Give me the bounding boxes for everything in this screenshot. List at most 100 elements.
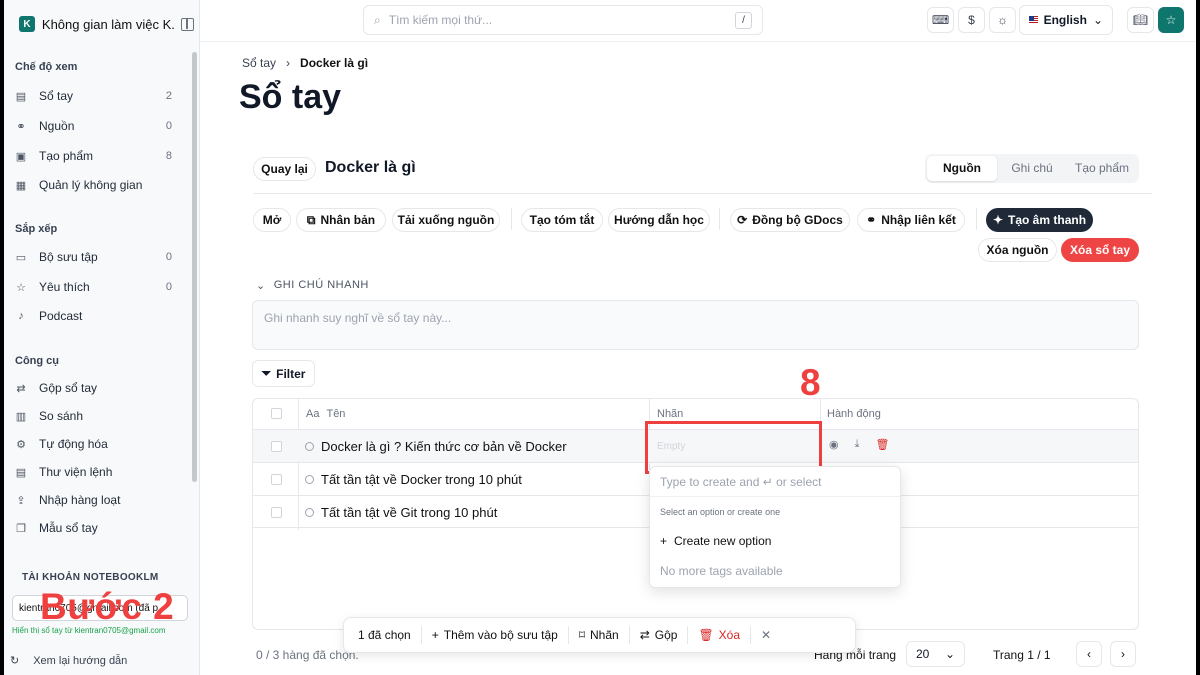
plus-icon: + [660,534,668,548]
view-tabs: Nguồn Ghi chú Tạo phẩm [925,154,1139,183]
section-tools-title: Công cụ [15,355,59,367]
sidebar-item-favorites[interactable]: ☆ Yêu thích 0 [14,276,172,298]
language-select[interactable]: English ⌄ [1019,5,1113,35]
folder-icon: ▭ [15,251,27,264]
row-checkbox[interactable] [271,441,282,452]
duplicate-button[interactable]: ⧉ Nhân bản [296,208,386,232]
add-to-collection-button[interactable]: + Thêm vào bộ sưu tập [422,626,569,644]
sidebar-item-automation[interactable]: ⚙ Tự động hóa [14,433,172,455]
sidebar-item-prompt-library[interactable]: ▤ Thư viện lệnh [14,461,172,483]
close-icon[interactable]: ✕ [751,626,781,644]
back-button[interactable]: Quay lại [253,157,316,181]
breadcrumb-root[interactable]: Sổ tay [242,56,276,70]
chevron-down-icon: ⌄ [1092,13,1103,27]
create-audio-button[interactable]: ✦ Tạo âm thanh [986,208,1093,232]
next-page-button[interactable]: › [1110,641,1136,667]
merge-button[interactable]: ⇄ Gộp [630,626,689,644]
section-view-title: Chế độ xem [15,61,78,73]
delete-notebook-button[interactable]: Xóa sổ tay [1061,238,1139,262]
duplicate-label: Nhân bản [320,213,376,227]
theme-sun-icon[interactable]: ☼ [989,7,1016,33]
create-option-button[interactable]: + Create new option [660,534,771,548]
row-checkbox[interactable] [271,474,282,485]
sidebar-item-sources[interactable]: ⚭ Nguồn 0 [14,115,172,137]
eye-icon[interactable]: ◉ [829,438,839,451]
sidebar-item-count: 0 [165,251,172,263]
download-sources-button[interactable]: Tải xuống nguồn [392,208,500,232]
sidebar-toggle-icon[interactable] [181,17,195,31]
sidebar-item-label: So sánh [39,409,84,423]
row-name-label: Tất tần tật về Docker trong 10 phút [321,472,522,487]
sidebar-item-label: Tạo phẩm [39,149,94,163]
star-icon: ☆ [16,281,26,294]
tab-notes[interactable]: Ghi chú [997,156,1067,181]
tag-button[interactable]: ⌑ Nhãn [569,626,630,644]
book-icon[interactable]: 📖︎ [1127,7,1154,33]
chevron-right-icon: › [1121,647,1125,661]
download-icon[interactable]: ⤓ [855,438,860,451]
quick-note-header[interactable]: ⌄ GHI CHÚ NHANH [256,279,369,292]
rows-per-page-select[interactable]: 20 ⌄ [906,641,965,667]
delete-source-button[interactable]: Xóa nguồn [978,238,1057,262]
row-name[interactable]: Tất tần tật về Git trong 10 phút [305,505,497,520]
delete-button[interactable]: 🗑︎ Xóa [688,626,752,644]
sidebar-scrollbar[interactable] [192,52,197,482]
select-all-checkbox[interactable] [271,408,282,419]
sidebar-item-compare[interactable]: ▥ So sánh [14,405,172,427]
quick-note-textarea[interactable]: Ghi nhanh suy nghĩ về sổ tay này... [252,300,1139,350]
sidebar-item-workspace[interactable]: ▦ Quản lý không gian [14,174,172,196]
selected-count: 1 đã chọn [358,626,422,644]
import-link-button[interactable]: ⚭ Nhập liên kết [857,208,965,232]
import-link-label: Nhập liên kết [881,213,956,227]
sidebar-item-label: Thư viện lệnh [39,465,113,479]
guide-link[interactable]: ↻ Xem lại hướng dẫn [10,654,127,668]
sync-gdocs-button[interactable]: ⟳ Đồng bộ GDocs [730,208,850,232]
sidebar-item-label: Nguồn [39,119,75,133]
merge-icon: ⇄ [639,628,650,642]
rows-selected-status: 0 / 3 hàng đã chọn. [256,648,359,662]
sidebar-item-notebooks[interactable]: ▤ Sổ tay 2 [14,85,172,107]
row-name-label: Docker là gì ? Kiến thức cơ bản về Docke… [321,439,567,454]
breadcrumb-current: Docker là gì [300,56,369,70]
star-button[interactable]: ☆ [1158,7,1184,33]
row-name[interactable]: Tất tần tật về Docker trong 10 phút [305,472,522,487]
sidebar-item-collections[interactable]: ▭ Bộ sưu tập 0 [14,246,172,268]
study-guide-button[interactable]: Hướng dẫn học [608,208,710,232]
account-section-title: TÀI KHOẢN NOTEBOOKLM [22,572,159,583]
sidebar-item-podcast[interactable]: ♪ Podcast [14,305,172,327]
row-name-label: Tất tần tật về Git trong 10 phút [321,505,498,520]
search-input[interactable]: ⌕ Tìm kiếm mọi thứ... / [363,5,763,35]
row-name[interactable]: Docker là gì ? Kiến thức cơ bản về Docke… [305,439,567,454]
status-circle-icon [305,442,314,451]
plus-icon: + [431,628,439,642]
create-summary-button[interactable]: Tạo tóm tắt [521,208,603,232]
step-number-annotation: 8 [800,362,821,403]
breadcrumb: Sổ tay › Docker là gì [242,56,368,70]
trash-icon[interactable]: 🗑︎ [875,438,889,451]
divider [650,496,900,497]
sidebar-item-templates[interactable]: ❐ Mẫu sổ tay [14,517,172,539]
sidebar-item-count: 8 [165,150,172,162]
tag-icon: ⌑ [578,628,585,642]
column-header-name[interactable]: Aa Tên [306,399,345,429]
link-icon: ⚭ [16,120,26,133]
sidebar-item-artifacts[interactable]: ▣ Tạo phẩm 8 [14,145,172,167]
divider [719,208,720,230]
sidebar-item-merge[interactable]: ⇄ Gộp sổ tay [14,377,172,399]
template-icon: ❐ [16,522,26,535]
sidebar-item-bulk-import[interactable]: ⇪ Nhập hàng loạt [14,489,172,511]
workspace-switcher[interactable]: K Không gian làm việc K... [19,14,195,34]
tag-search-input[interactable]: Type to create and ↵ or select [660,475,821,489]
sidebar-item-label: Tự động hóa [39,437,108,451]
open-button[interactable]: Mở [253,208,291,232]
create-audio-label: Tạo âm thanh [1008,213,1087,227]
row-checkbox[interactable] [271,507,282,518]
filter-button[interactable]: ⏷ Filter [252,360,315,387]
keyboard-icon[interactable]: ⌨ [927,7,954,33]
tab-sources[interactable]: Nguồn [927,156,997,181]
dollar-icon[interactable]: $ [958,7,985,33]
tab-artifacts[interactable]: Tạo phẩm [1067,156,1137,181]
sidebar-item-label: Bộ sưu tập [39,250,98,264]
mic-icon: ♪ [18,310,24,322]
prev-page-button[interactable]: ‹ [1076,641,1102,667]
